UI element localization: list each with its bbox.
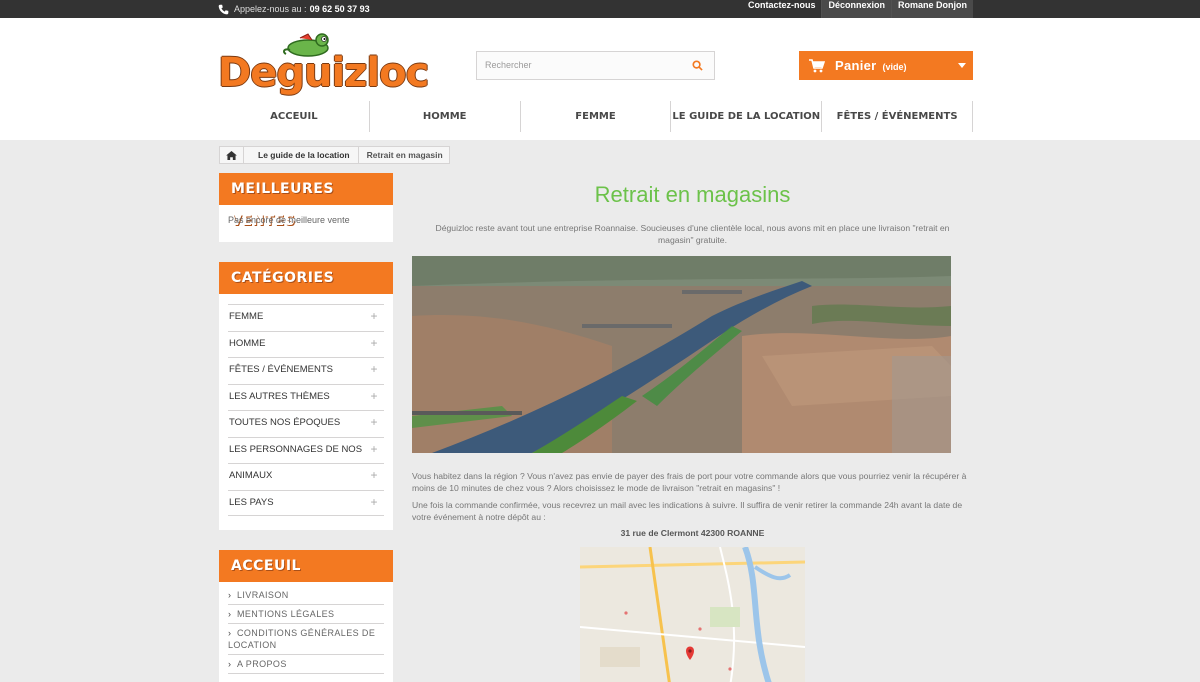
link-label: CONDITIONS GÉNÉRALES DE LOCATION [228,628,376,650]
cart-icon [809,58,825,72]
cart-button[interactable]: Panier (vide) [799,51,973,80]
category-item[interactable]: LES PERSONNAGES DE NOS ÉCRANS+ [228,436,384,464]
link-label: MENTIONS LÉGALES [237,609,335,619]
chevron-right-icon: › [228,609,231,619]
acceuil-links: › LIVRAISON › MENTIONS LÉGALES › CONDITIONS… [219,582,393,674]
paragraph-2: Une fois la commande confirmée, vous rec… [412,500,963,522]
link-item[interactable]: › A PROPOS [228,655,384,674]
paragraph-1: Vous habitez dans la région ? Vous n'ave… [412,471,967,493]
categories-list: FEMME + HOMME + FÊTES / ÉVÉNEMENTS + LES AU… [219,294,393,516]
category-label: ANIMAUX [229,470,273,481]
page-title: Retrait en magasins [594,182,791,207]
category-label: TOUTES NOS ÉPOQUES [229,417,341,428]
chevron-right-icon: › [228,590,231,600]
user-links: Contactez-nous Déconnexion Romane Donjon [742,0,973,18]
category-label: LES AUTRES THÈMES [229,390,330,402]
bestsellers-title[interactable]: MEILLEURES VENTES [219,173,393,229]
link-item[interactable]: › MENTIONS LÉGALES [228,605,384,624]
phone-icon [218,4,229,14]
phone-info: Appelez-nous au : 09 62 50 37 93 [218,0,370,18]
link-label: A PROPOS [237,659,287,669]
category-label: FÊTES / ÉVÉNEMENTS [229,364,333,375]
intro-text: Déguizloc reste avant tout une entrepris… [435,223,950,245]
categories-title: CATÉGORIES [219,262,393,294]
category-item[interactable]: LES AUTRES THÈMES + [228,383,384,411]
category-label: FEMME [229,311,264,322]
category-item[interactable]: HOMME + [228,330,384,358]
aerial-city-photo [412,256,951,453]
home-icon [226,150,237,160]
breadcrumb-home[interactable] [220,147,244,163]
expand-plus-icon[interactable]: + [364,384,384,407]
categories-block: CATÉGORIES FEMME + HOMME + FÊTES / ÉVÉNEME… [219,262,393,530]
category-label: HOMME [229,337,266,349]
breadcrumb-parent[interactable]: Le guide de la location [244,147,359,163]
header: Deguizloc Rechercher Panier (vide) ACCEU… [0,18,1200,140]
link-item[interactable]: › CONDITIONS GÉNÉRALES DE LOCATION [228,624,384,655]
search-button[interactable] [680,52,714,79]
category-item[interactable]: FEMME + [228,304,384,331]
main-nav: ACCEUIL HOMME FEMME LE GUIDE DE LA LOCAT… [219,101,973,132]
account-link[interactable]: Romane Donjon [891,0,973,18]
top-bar: Appelez-nous au : 09 62 50 37 93 Contact… [0,0,1200,18]
logo[interactable]: Deguizloc [218,32,429,98]
category-label: LES PERSONNAGES DE NOS ÉCRANS [229,443,369,455]
logout-link[interactable]: Déconnexion [821,0,891,18]
category-item[interactable]: FÊTES / ÉVÉNEMENTS + [228,357,384,384]
nav-item-fetes[interactable]: FÊTES / ÉVÉNEMENTS [822,101,973,132]
category-item[interactable]: LES PAYS + [228,489,384,516]
expand-plus-icon[interactable]: + [364,437,384,460]
logo-wordmark: Deguizloc [218,50,429,96]
link-label: LIVRAISON [237,590,289,600]
bestsellers-block: MEILLEURES VENTES Pas encore de meilleur… [219,173,393,242]
expand-plus-icon[interactable]: + [364,331,384,354]
expand-plus-icon[interactable]: + [364,411,384,433]
main-content: Retrait en magasins Déguizloc reste avan… [412,173,973,682]
search-box[interactable]: Rechercher [476,51,715,80]
phone-number[interactable]: 09 62 50 37 93 [310,3,370,15]
acceuil-title[interactable]: ACCEUIL [219,550,393,582]
nav-item-guide[interactable]: LE GUIDE DE LA LOCATION [671,101,823,132]
nav-item-femme[interactable]: FEMME [521,101,672,132]
breadcrumb-current: Retrait en magasin [366,150,443,160]
chevron-down-icon [958,63,966,68]
link-item[interactable]: › LIVRAISON [228,586,384,605]
nav-item-acceuil[interactable]: ACCEUIL [219,101,370,132]
store-address: 31 rue de Clermont 42300 ROANNE [620,528,765,538]
expand-plus-icon[interactable]: + [364,358,384,380]
expand-plus-icon[interactable]: + [364,490,384,513]
expand-plus-icon[interactable]: + [364,464,384,486]
cart-label: Panier [835,58,877,73]
category-item[interactable]: ANIMAUX + [228,463,384,490]
cart-status: (vide) [882,61,907,72]
acceuil-block: ACCEUIL › LIVRAISON › MENTIONS LÉGALES › CO… [219,550,393,682]
breadcrumb: Le guide de la location Retrait en magas… [219,146,450,164]
store-map[interactable] [580,547,805,682]
chevron-right-icon: › [228,628,231,638]
nav-item-homme[interactable]: HOMME [370,101,521,132]
chevron-right-icon: › [228,659,231,669]
phone-prefix: Appelez-nous au : [234,4,307,14]
contact-link[interactable]: Contactez-nous [742,0,822,18]
expand-plus-icon[interactable]: + [364,305,384,327]
category-item[interactable]: TOUTES NOS ÉPOQUES + [228,410,384,437]
category-label: LES PAYS [229,496,274,508]
search-icon [691,60,703,71]
search-input[interactable]: Rechercher [485,52,532,79]
